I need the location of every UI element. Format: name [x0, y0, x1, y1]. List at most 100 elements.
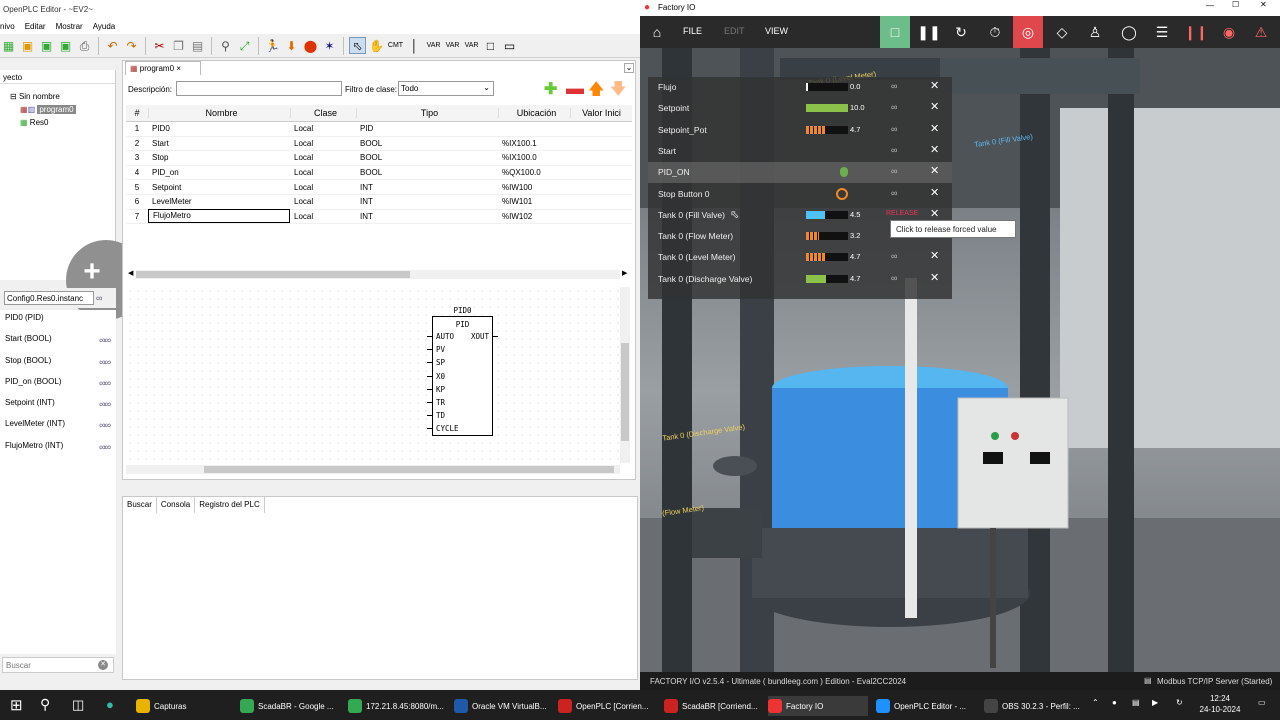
block-input-pin[interactable]: AUTO [436, 332, 454, 341]
table-cell[interactable]: Local [290, 197, 356, 206]
table-cell[interactable]: 7 [126, 212, 148, 221]
edge-icon[interactable]: ● [106, 697, 114, 712]
notification-icon[interactable]: ▭ [1258, 698, 1266, 707]
block-input-pin[interactable]: X0 [436, 372, 445, 381]
scroll-left-icon[interactable]: ◀ [128, 269, 133, 277]
table-cell[interactable]: 4 [126, 168, 148, 177]
tag-row[interactable]: Start ∞ ✕ [648, 141, 952, 162]
col-header[interactable]: Clase [290, 108, 356, 118]
table-cell[interactable]: LevelMeter [148, 197, 290, 206]
add-variable-icon[interactable]: ✚ [544, 79, 557, 99]
table-cell[interactable]: Start [148, 139, 290, 148]
debug-item[interactable]: FlujoMetro (INT) ∞∞ [0, 438, 116, 459]
variable-out-icon[interactable]: VAR [444, 37, 461, 54]
table-cell[interactable]: %IW100 [498, 183, 570, 192]
table-cell[interactable]: %IX100.1 [498, 139, 570, 148]
table-row[interactable]: 2 Start Local BOOL %IX100.1 [126, 137, 632, 152]
menu-file[interactable]: FILE [683, 26, 702, 36]
debug-item[interactable]: Setpoint (INT) ∞∞ [0, 395, 116, 416]
scroll-thumb[interactable] [204, 466, 614, 473]
vertical-scrollbar[interactable] [620, 287, 630, 463]
download-arrow-icon[interactable]: ⬇ [283, 37, 300, 54]
zoom-fit-icon[interactable]: ⤢ [236, 37, 253, 54]
remove-tag-icon[interactable]: ✕ [930, 122, 939, 135]
glasses-icon[interactable]: ∞∞ [99, 420, 111, 430]
tag-value-bar[interactable] [806, 253, 848, 262]
table-cell[interactable]: FlujoMetro [148, 209, 290, 224]
watch-glasses-icon[interactable]: ∞ [891, 81, 897, 91]
taskbar-app[interactable]: Capturas [136, 696, 236, 716]
copy-icon[interactable]: ❐ [170, 37, 187, 54]
block-input-pin[interactable]: TR [436, 398, 445, 407]
table-cell[interactable]: Local [290, 139, 356, 148]
print-icon[interactable]: ⎙ [76, 37, 93, 54]
tag-row[interactable]: Tank 0 (Level Meter) 4.7 ∞ ✕ [648, 247, 952, 268]
hand-icon[interactable]: ✋ [368, 37, 385, 54]
save-icon[interactable]: ▣ [38, 37, 55, 54]
table-cell[interactable]: 1 [126, 124, 148, 133]
camera-icon[interactable]: ◇ [1047, 16, 1077, 48]
table-cell[interactable]: INT [356, 197, 498, 206]
table-cell[interactable]: Local [290, 124, 356, 133]
timer-icon[interactable]: ⏱ [980, 16, 1010, 48]
reset-icon[interactable]: ↻ [946, 16, 976, 48]
table-cell[interactable]: 6 [126, 197, 148, 206]
table-cell[interactable]: 3 [126, 153, 148, 162]
table-cell[interactable]: %IW101 [498, 197, 570, 206]
block-input-pin[interactable]: TD [436, 411, 445, 420]
tab-registro[interactable]: Registro del PLC [195, 497, 265, 513]
task-view-icon[interactable]: ◫ [72, 697, 84, 713]
close-tab-icon[interactable]: × [176, 64, 181, 73]
taskbar-app[interactable]: ScadaBR [Corriend... [664, 696, 764, 716]
table-cell[interactable]: Local [290, 168, 356, 177]
menu-editar[interactable]: Editar [25, 22, 46, 34]
table-cell[interactable]: 5 [126, 183, 148, 192]
menu-mostrar[interactable]: Mostrar [56, 22, 83, 34]
remove-tag-icon[interactable]: ✕ [930, 186, 939, 199]
sync-icon[interactable]: ↻ [1176, 698, 1183, 707]
remove-tag-icon[interactable]: ✕ [930, 271, 939, 284]
tag-value-bar[interactable] [806, 232, 848, 241]
glasses-icon[interactable]: ∞∞ [99, 399, 111, 409]
table-row[interactable]: 6 LevelMeter Local INT %IW101 [126, 195, 632, 210]
drivers-icon[interactable]: ◉ [1214, 16, 1244, 48]
search-icon[interactable]: ⚲ [40, 696, 50, 713]
play-icon[interactable]: □ [880, 16, 910, 48]
table-cell[interactable]: %IX100.0 [498, 153, 570, 162]
filter-select[interactable]: Todo ⌄ [398, 81, 494, 96]
tab-program0[interactable]: ▦ program0 × [125, 61, 201, 75]
push-button-icon[interactable] [836, 187, 848, 200]
horizontal-scrollbar[interactable] [136, 270, 620, 279]
move-up-icon[interactable]: 🡅 [588, 78, 604, 105]
remove-tag-icon[interactable]: ✕ [930, 207, 939, 220]
remove-variable-icon[interactable]: ▬ [566, 78, 584, 99]
remove-tag-icon[interactable]: ✕ [930, 249, 939, 262]
tag-row[interactable]: PID_ON ∞ ✕ [648, 162, 952, 184]
block-input-pin[interactable]: KP [436, 385, 445, 394]
table-cell[interactable]: PID_on [148, 168, 290, 177]
remove-tag-icon[interactable]: ✕ [930, 164, 939, 177]
debug-item[interactable]: LevelMeter (INT) ∞∞ [0, 416, 116, 437]
first-person-icon[interactable]: ♙ [1080, 16, 1110, 48]
block-output-pin[interactable]: XOUT [471, 332, 489, 341]
remove-tag-icon[interactable]: ✕ [930, 100, 939, 113]
paste-icon[interactable]: ▤ [189, 37, 206, 54]
connection-icon[interactable]: ▭ [501, 37, 518, 54]
block-input-pin[interactable]: CYCLE [436, 424, 459, 433]
watch-glasses-icon[interactable]: ∞ [891, 102, 897, 112]
comment-icon[interactable]: CMT [387, 37, 404, 54]
remove-tag-icon[interactable]: ✕ [930, 143, 939, 156]
instance-select[interactable]: Config0.Res0.instanc [4, 291, 94, 305]
ladder-diagram-canvas[interactable] [126, 287, 620, 463]
table-cell[interactable]: INT [356, 212, 498, 221]
tray-chevron-icon[interactable]: ⌃ [1092, 698, 1099, 707]
col-header[interactable]: Valor Inici [570, 108, 628, 118]
watch-glasses-icon[interactable]: ∞ [891, 145, 897, 155]
table-cell[interactable]: PID0 [148, 124, 290, 133]
tree-root[interactable]: ⊟ Sin nombre [10, 90, 115, 103]
tab-consola[interactable]: Consola [156, 497, 196, 513]
list-icon[interactable]: ☰ [1147, 16, 1177, 48]
open-folder-icon[interactable]: ▣ [19, 37, 36, 54]
warning-icon[interactable]: ⚠ [1246, 16, 1276, 48]
windows-start-icon[interactable]: ⊞ [10, 696, 23, 714]
